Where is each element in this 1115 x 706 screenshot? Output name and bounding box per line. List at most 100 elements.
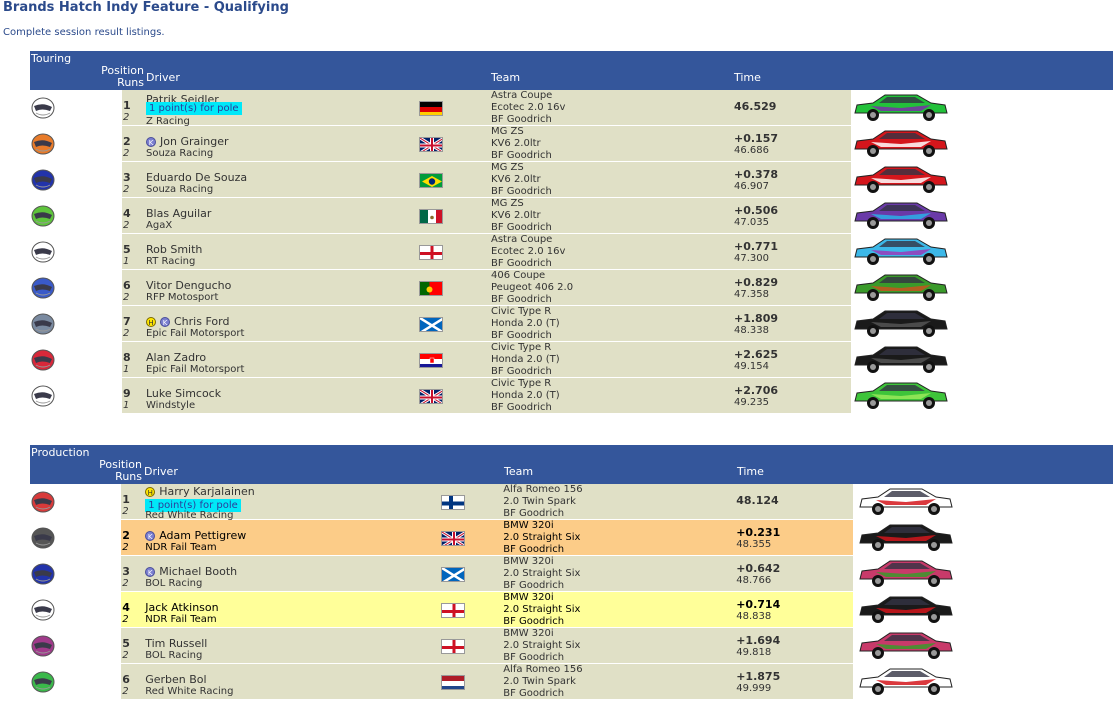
uk-flag-icon [441,531,466,546]
position: 7 [123,315,131,328]
driver-name-wrap: Rob Smith [146,243,202,256]
helmet-cell [30,484,122,520]
row-body: 3 2 K Michael Booth BOL Racing BMW 320i 2.0 St… [121,556,854,592]
car-engine: KV6 2.0ltr [491,138,541,149]
helmet-icon [30,488,56,517]
car-engine: KV6 2.0ltr [491,210,541,221]
driver-name-wrap: Luke Simcock [146,387,221,400]
driver-name[interactable]: Harry Karjalainen [159,485,255,498]
driver-name[interactable]: Jack Atkinson [145,601,218,614]
driver-name-wrap: H Harry Karjalainen [145,485,255,498]
germany-flag-icon [419,101,443,116]
driver-name[interactable]: Michael Booth [159,565,237,578]
position: 5 [123,243,131,256]
result-row: 5 1 Rob Smith RT Racing Astra Coupe Ecotec 2.… [30,234,1113,270]
car-tyres: BF Goodrich [503,580,565,591]
driver-team: Epic Fail Motorsport [146,328,245,339]
driver-name[interactable]: Luke Simcock [146,387,221,400]
section-header: Touring Position Runs Driver Team Time [30,51,1113,90]
row-body: 5 1 Rob Smith RT Racing Astra Coupe Ecotec 2.… [122,234,851,270]
result-row: 3 2 Eduardo De Souza Souza Racing MG ZS KV6 2… [30,162,1113,198]
car-tyres: BF Goodrich [503,544,565,555]
lap-time: +0.506 [734,204,779,217]
driver-name[interactable]: Chris Ford [174,315,229,328]
driver-name-wrap: Jack Atkinson [145,601,218,614]
driver-team: RT Racing [146,256,196,267]
runs: 2 [123,184,130,195]
kick-badge-icon: K [145,531,156,541]
helmet-icon [30,668,56,697]
helmet-icon [30,632,56,661]
lap-time: +1.875 [736,670,781,683]
header-runs: Runs [115,470,142,483]
helmet-cell [30,592,122,628]
car-tyres: BF Goodrich [491,402,552,413]
england-flag-icon [441,639,466,654]
runs: 2 [122,614,129,625]
driver-name[interactable]: Jon Grainger [160,135,229,148]
row-body: 1 2 H Harry Karjalainen 1 point(s) for pole R… [121,484,854,521]
position: 3 [123,171,131,184]
car-tyres: BF Goodrich [491,186,552,197]
best-time: 47.300 [734,253,769,264]
runs: 2 [122,578,129,589]
car-engine: 2.0 Straight Six [503,532,581,543]
car-livery [851,342,1113,378]
car-tyres: BF Goodrich [503,508,565,519]
helmet-icon [30,166,56,195]
runs: 2 [123,220,130,231]
driver-team: Epic Fail Motorsport [146,364,245,375]
car-engine: Peugeot 406 2.0 [491,282,574,293]
driver-name[interactable]: Vitor Dengucho [146,279,231,292]
row-body: 2 2 K Adam Pettigrew NDR Fail Team BMW 320i 2.… [121,520,854,556]
row-body: 4 2 Jack Atkinson NDR Fail Team BMW 320i 2.0 … [121,592,854,628]
driver-team: AgaX [146,220,173,231]
car-info: Alfa Romeo 156 2.0 Twin Spark BF Goodrich [503,664,582,700]
best-time: 46.686 [734,145,769,156]
car-model: Astra Coupe [491,234,553,245]
runs: 2 [123,328,130,339]
result-row: 2 2 K Adam Pettigrew NDR Fail Team BMW 320i 2.… [30,520,1113,556]
driver-name[interactable]: Alan Zadro [146,351,206,364]
car-livery [851,378,1113,414]
row-body: 7 2 H K Chris Ford Epic Fail Motorsport Civic … [122,306,851,342]
lap-time: +2.625 [734,348,779,361]
driver-name[interactable]: Eduardo De Souza [146,171,247,184]
car-livery [853,592,1113,628]
driver-name[interactable]: Adam Pettigrew [159,529,246,542]
car-model: Civic Type R [491,342,552,353]
best-time: 47.358 [734,289,769,300]
lap-time: +0.771 [734,240,779,253]
helmet-cell [30,556,122,592]
driver-name[interactable]: Gerben Bol [145,673,206,686]
driver-name[interactable]: Tim Russell [145,637,207,650]
driver-name[interactable]: Rob Smith [146,243,202,256]
car-tyres: BF Goodrich [503,616,565,627]
result-row: 4 2 Jack Atkinson NDR Fail Team BMW 320i 2.0 … [30,592,1113,628]
car-tyres: BF Goodrich [503,652,565,663]
driver-team: BOL Racing [145,578,203,589]
section-name: Touring [31,52,72,65]
car-tyres: BF Goodrich [491,330,552,341]
lap-time: +1.694 [736,634,781,647]
car-livery-icon [851,379,951,416]
driver-team: BOL Racing [145,650,203,661]
car-engine: KV6 2.0ltr [491,174,541,185]
driver-name[interactable]: Blas Aguilar [146,207,211,220]
row-body: 5 2 Tim Russell BOL Racing BMW 320i 2.0 Strai… [121,628,854,664]
car-livery-icon [856,593,956,630]
pole-badge: 1 point(s) for pole [146,102,242,115]
result-row: 1 2 H Harry Karjalainen 1 point(s) for pole R… [30,484,1113,521]
runs: 2 [123,148,130,159]
helmet-icon [30,560,56,589]
row-body: 3 2 Eduardo De Souza Souza Racing MG ZS KV6 2… [122,162,851,198]
car-model: MG ZS [491,198,524,209]
header-team: Team [504,465,534,478]
portugal-flag-icon [419,281,443,296]
car-tyres: BF Goodrich [491,258,552,269]
scotland-flag-icon [441,567,466,582]
car-livery [851,198,1113,234]
helper-badge-icon: H [145,487,156,497]
helmet-cell [30,520,122,556]
lap-time: +2.706 [734,384,779,397]
